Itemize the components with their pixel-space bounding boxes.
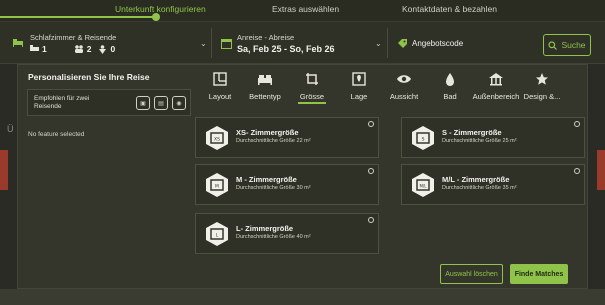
no-feature-text: No feature selected bbox=[28, 131, 85, 138]
tag-icon bbox=[398, 39, 407, 48]
calendar-icon bbox=[221, 39, 232, 49]
search-icon bbox=[548, 40, 558, 50]
room-size-icon: L bbox=[206, 222, 228, 246]
step-contact[interactable]: Kontaktdaten & bezahlen bbox=[402, 4, 497, 14]
background-card bbox=[597, 150, 605, 190]
room-size-icon: M/L bbox=[412, 173, 434, 197]
step-configure[interactable]: Unterkunft konfigurieren bbox=[115, 4, 206, 14]
layout-icon bbox=[212, 71, 228, 87]
booking-stepper: Unterkunft konfigurieren Extras auswähle… bbox=[0, 0, 605, 22]
option-radio[interactable] bbox=[368, 217, 374, 223]
background-card bbox=[0, 150, 8, 190]
adults-icon bbox=[74, 45, 83, 53]
chevron-down-icon[interactable]: ⌄ bbox=[200, 39, 207, 48]
option-s[interactable]: S S - Zimmergröße Durchschnittliche Größ… bbox=[401, 117, 585, 158]
chevron-down-icon[interactable]: ⌄ bbox=[375, 39, 382, 48]
clear-selection-button[interactable]: Auswahl löschen bbox=[440, 264, 503, 284]
dates-value[interactable]: Sa, Feb 25 - So, Feb 26 bbox=[237, 44, 335, 54]
svg-text:S: S bbox=[422, 137, 425, 143]
recommended-label: Empfohlen für zwei Reisende bbox=[34, 95, 90, 110]
progress-bar bbox=[0, 16, 156, 18]
progress-dot bbox=[152, 13, 160, 21]
option-ml[interactable]: M/L M/L - Zimmergröße Durchschnittliche … bbox=[401, 164, 585, 205]
step-extras[interactable]: Extras auswählen bbox=[272, 4, 339, 14]
option-title: M - Zimmergröße bbox=[236, 175, 297, 184]
view-badge-icon: ◉ bbox=[172, 96, 186, 110]
bath-icon bbox=[442, 71, 458, 87]
personalization-panel: Personalisieren Sie Ihre Reise Empfohlen… bbox=[17, 64, 588, 289]
option-subtitle: Durchschnittliche Größe 30 m² bbox=[236, 185, 311, 191]
option-title: S - Zimmergröße bbox=[442, 128, 502, 137]
option-subtitle: Durchschnittliche Größe 40 m² bbox=[236, 234, 311, 240]
find-matches-button[interactable]: Finde Matches bbox=[510, 264, 568, 284]
size-icon bbox=[304, 71, 320, 87]
search-button[interactable]: Suche bbox=[543, 34, 591, 56]
promo-code-field[interactable]: Angebotscode bbox=[412, 39, 463, 48]
option-m[interactable]: M M - Zimmergröße Durchschnittliche Größ… bbox=[195, 164, 379, 205]
svg-text:M/L: M/L bbox=[419, 184, 427, 189]
option-radio[interactable] bbox=[368, 121, 374, 127]
children-icon bbox=[99, 44, 107, 54]
option-title: L- Zimmergröße bbox=[236, 224, 294, 233]
rooms-count: 1 bbox=[42, 44, 47, 54]
option-subtitle: Durchschnittliche Größe 22 m² bbox=[236, 138, 311, 144]
recommended-box[interactable]: Empfohlen für zwei Reisende ▣ ▤ ◉ bbox=[27, 89, 191, 116]
option-radio[interactable] bbox=[574, 121, 580, 127]
option-title: XS- Zimmergröße bbox=[236, 128, 299, 137]
option-xs[interactable]: XS XS- Zimmergröße Durchschnittliche Grö… bbox=[195, 117, 379, 158]
divider bbox=[387, 28, 388, 58]
background-text: Ü bbox=[7, 124, 14, 134]
room-size-icon: M bbox=[206, 173, 228, 197]
tab-design[interactable]: Design &... bbox=[514, 69, 570, 105]
rooms-selector[interactable]: 1 2 0 bbox=[30, 44, 115, 54]
option-title: M/L - Zimmergröße bbox=[442, 175, 510, 184]
tab-label: Design &... bbox=[523, 92, 561, 101]
results-strip bbox=[0, 289, 605, 305]
children-count: 0 bbox=[110, 44, 116, 54]
bed-icon bbox=[257, 71, 273, 87]
rooms-label: Schlafzimmer & Reisende bbox=[30, 33, 117, 42]
option-subtitle: Durchschnittliche Größe 25 m² bbox=[442, 138, 517, 144]
svg-text:XS: XS bbox=[214, 137, 220, 143]
design-icon bbox=[534, 71, 550, 87]
room-icon bbox=[30, 45, 39, 51]
option-radio[interactable] bbox=[574, 168, 580, 174]
search-button-label: Suche bbox=[561, 40, 586, 50]
divider bbox=[211, 28, 212, 58]
search-bar: Schlafzimmer & Reisende 1 2 0 ⌄ Anreise … bbox=[0, 22, 605, 64]
room-size-icon: S bbox=[412, 126, 434, 150]
bed-badge-icon: ▤ bbox=[154, 96, 168, 110]
option-subtitle: Durchschnittliche Größe 35 m² bbox=[442, 185, 517, 191]
svg-text:M: M bbox=[215, 184, 219, 190]
panel-heading: Personalisieren Sie Ihre Reise bbox=[28, 72, 150, 82]
room-size-badge-icon: ▣ bbox=[136, 96, 150, 110]
personalization-sidebar: Personalisieren Sie Ihre Reise Empfohlen… bbox=[18, 65, 198, 288]
room-size-icon: XS bbox=[206, 126, 228, 150]
view-icon bbox=[396, 71, 412, 87]
outdoor-icon bbox=[488, 71, 504, 87]
dates-label: Anreise - Abreise bbox=[237, 33, 295, 42]
option-radio[interactable] bbox=[368, 168, 374, 174]
option-l[interactable]: L L- Zimmergröße Durchschnittliche Größe… bbox=[195, 213, 379, 254]
bed-icon bbox=[13, 39, 23, 47]
active-tab-indicator bbox=[298, 102, 326, 104]
adults-count: 2 bbox=[86, 44, 92, 54]
location-icon bbox=[351, 71, 367, 87]
